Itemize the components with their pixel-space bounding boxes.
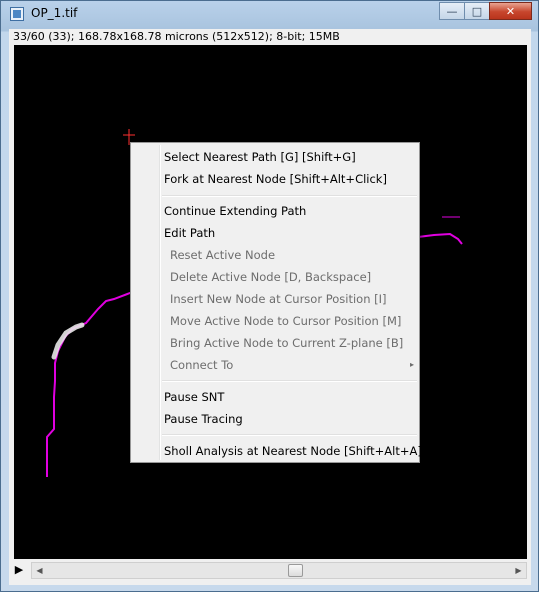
tracing-context-menu: Select Nearest Path [G] [Shift+G] Fork a… <box>130 142 422 463</box>
menu-separator <box>162 195 417 197</box>
slice-scrollbar[interactable]: ◀ ▶ <box>31 562 527 579</box>
image-window-icon[interactable] <box>10 7 24 21</box>
title-bar[interactable]: OP_1.tif — □ ✕ <box>1 1 538 29</box>
minimize-button[interactable]: — <box>439 2 465 20</box>
traced-path-left <box>46 292 131 477</box>
window-title: OP_1.tif <box>31 6 78 20</box>
menu-item-edit-path[interactable]: Edit Path <box>134 222 417 244</box>
dendrite-signal <box>51 322 85 360</box>
menu-item-connect-to: Connect To ▸ <box>134 354 417 376</box>
play-animation-button[interactable]: ▶ <box>11 562 27 578</box>
menu-separator <box>162 434 417 436</box>
scroll-thumb[interactable] <box>288 564 303 577</box>
menu-item-pause-tracing[interactable]: Pause Tracing <box>134 408 417 430</box>
menu-item-insert-new-node: Insert New Node at Cursor Position [I] <box>170 292 387 306</box>
scroll-right-arrow-icon[interactable]: ▶ <box>511 563 526 578</box>
menu-item-connect-to-label: Connect To <box>170 358 234 372</box>
menu-item-reset-active-node: Reset Active Node <box>170 248 276 262</box>
menu-item-delete-active-node: Delete Active Node [D, Backspace] <box>170 270 372 284</box>
caption-buttons: — □ ✕ <box>439 2 532 20</box>
submenu-arrow-icon: ▸ <box>409 360 414 369</box>
menu-item-fork-at-nearest-node[interactable]: Fork at Nearest Node [Shift+Alt+Click] <box>134 168 417 190</box>
menu-item-pause-snt[interactable]: Pause SNT <box>134 386 417 408</box>
image-window: OP_1.tif — □ ✕ 33/60 (33); 168.78x168.78… <box>0 0 539 592</box>
menu-item-select-nearest-path[interactable]: Select Nearest Path [G] [Shift+G] <box>134 146 417 168</box>
menu-separator <box>162 380 417 382</box>
menu-item-continue-extending-path[interactable]: Continue Extending Path <box>134 200 417 222</box>
image-info-status: 33/60 (33); 168.78x168.78 microns (512x5… <box>13 30 340 43</box>
menu-item-bring-active-node: Bring Active Node to Current Z-plane [B] <box>170 336 404 350</box>
menu-item-sholl-analysis[interactable]: Sholl Analysis at Nearest Node [Shift+Al… <box>134 440 422 462</box>
menu-item-move-active-node: Move Active Node to Cursor Position [M] <box>170 314 402 328</box>
traced-path-right <box>417 232 463 245</box>
scroll-left-arrow-icon[interactable]: ◀ <box>32 563 47 578</box>
maximize-button[interactable]: □ <box>464 2 490 20</box>
close-button[interactable]: ✕ <box>489 2 532 20</box>
